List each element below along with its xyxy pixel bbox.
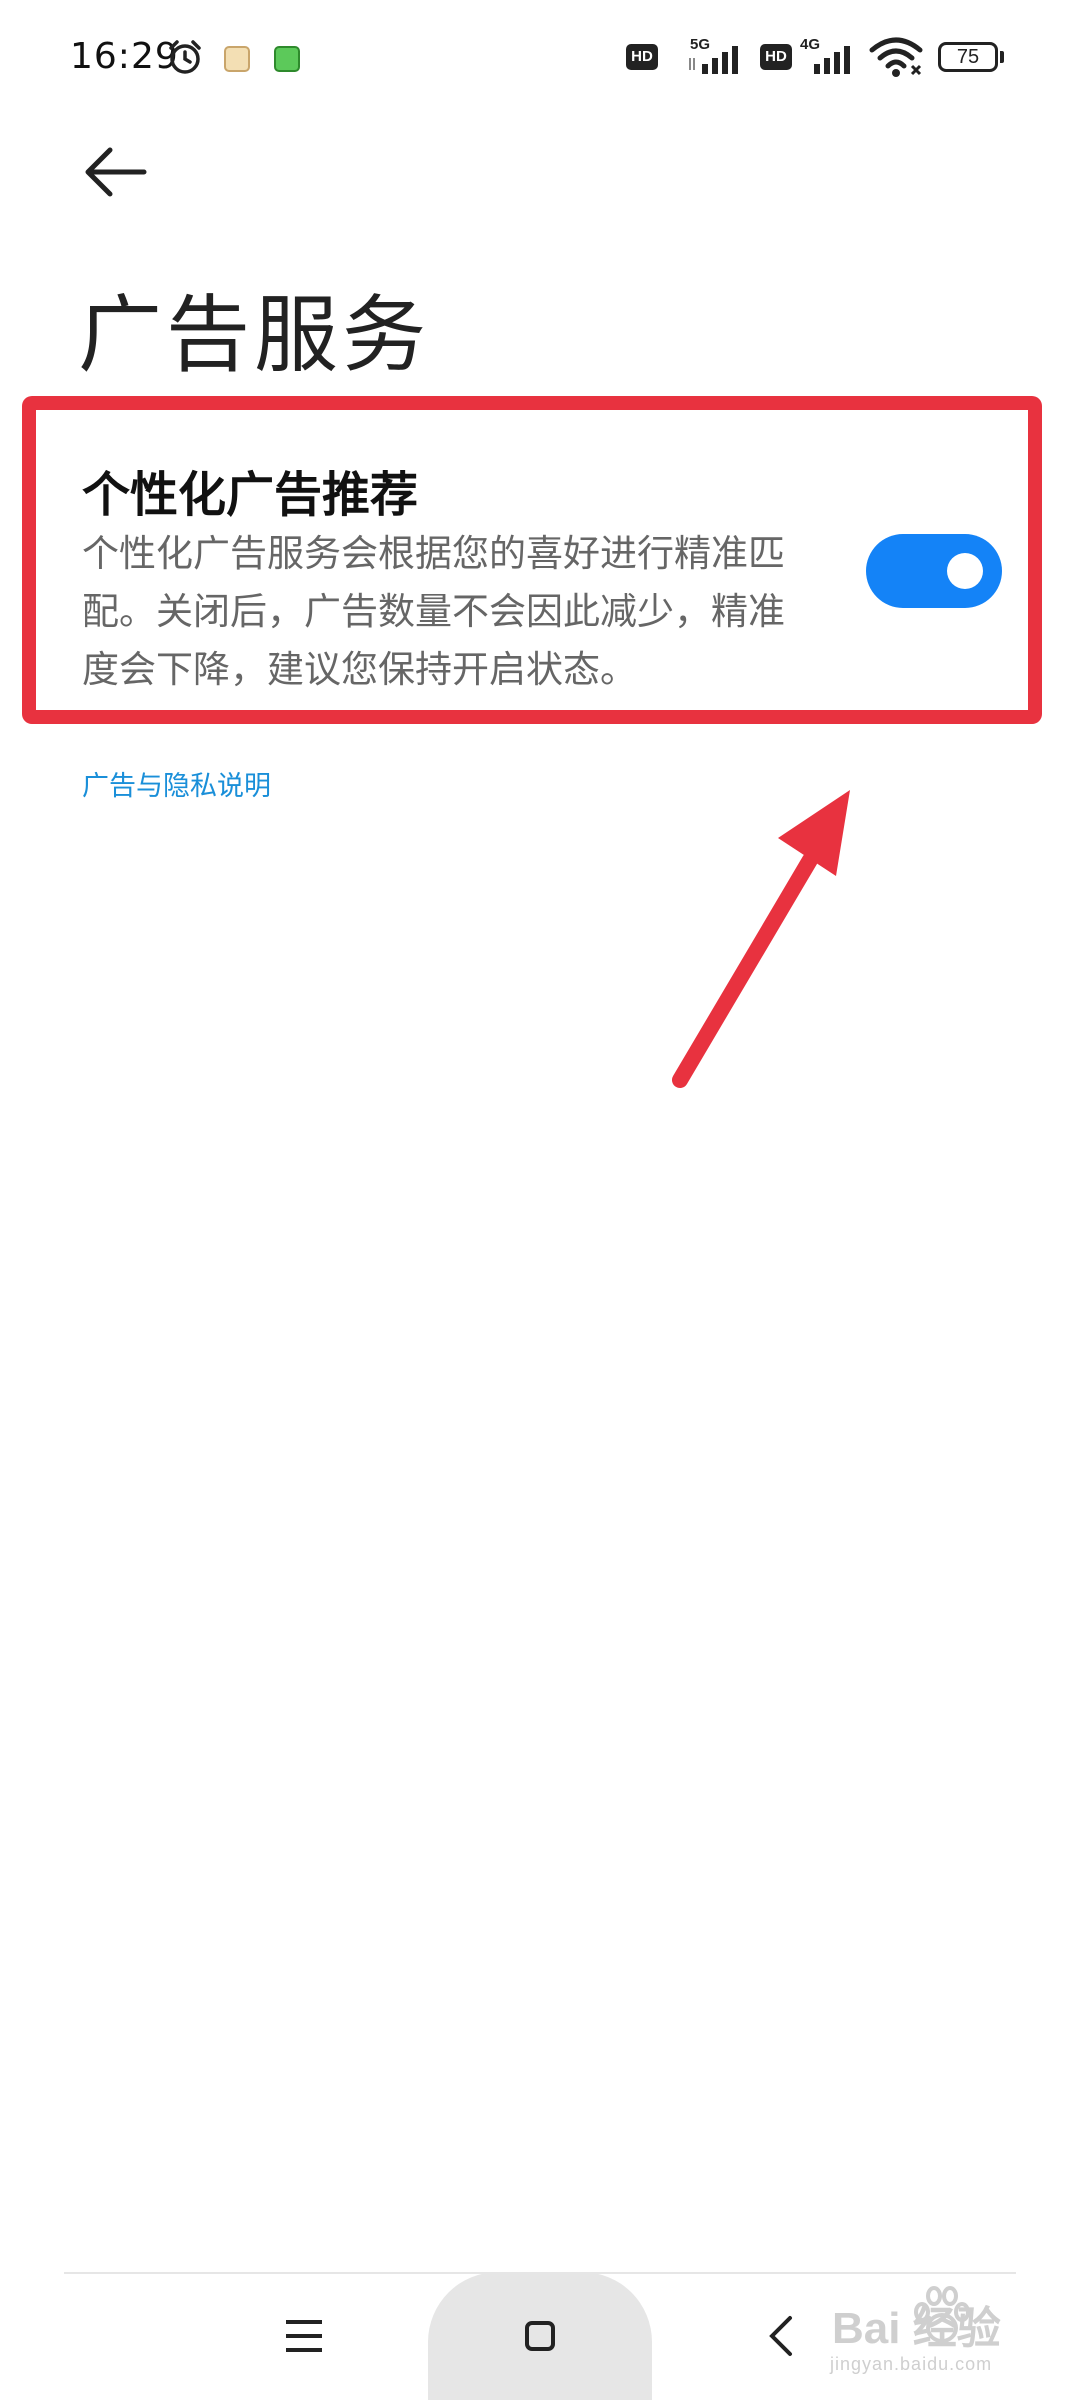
baidu-jingyan-watermark: Bai 经验 jingyan.baidu.com [820,2286,1070,2396]
menu-icon [286,2320,322,2352]
toggle-knob [947,553,983,589]
arrow-left-icon [85,147,147,197]
back-button[interactable] [80,140,152,204]
back-icon [769,2316,792,2356]
alarm-icon [169,40,201,74]
system-back-button[interactable] [766,2314,796,2358]
app-notification-icon [224,46,250,72]
wifi-icon [869,37,923,77]
setting-description-line: 度会下降，建议您保持开启状态。 [82,648,637,691]
hd-badge: HD [626,44,658,70]
home-button[interactable] [524,2320,556,2352]
paw-icon [914,2286,970,2343]
status-bar: 16:29 HD 5G HD 4G 75 [0,0,1080,120]
signal-icon [689,46,738,74]
battery-tip [1000,51,1004,63]
setting-description-line: 配。关闭后，广告数量不会因此减少，精准 [82,590,785,633]
annotation-arrow-icon [672,790,850,1088]
ad-privacy-link[interactable]: 广告与隐私说明 [82,764,271,803]
status-time: 16:29 [70,36,179,77]
signal-icon [814,46,850,74]
app-notification-icon [274,46,300,72]
hd-badge: HD [760,44,792,70]
setting-description-line: 个性化广告服务会根据您的喜好进行精准匹 [82,532,785,575]
watermark-url: jingyan.baidu.com [830,2354,993,2374]
personalized-ads-setting[interactable]: 个性化广告推荐 个性化广告服务会根据您的喜好进行精准匹 配。关闭后，广告数量不会… [82,455,1012,691]
battery-icon: 75 [938,42,998,72]
page-title: 广告服务 [78,286,431,384]
home-icon [525,2321,555,2351]
setting-description: 个性化广告服务会根据您的喜好进行精准匹 配。关闭后，广告数量不会因此减少，精准 … [82,525,850,699]
personalized-ads-toggle[interactable] [866,534,1002,608]
setting-title: 个性化广告推荐 [82,467,419,523]
recent-apps-button[interactable] [282,2316,326,2356]
